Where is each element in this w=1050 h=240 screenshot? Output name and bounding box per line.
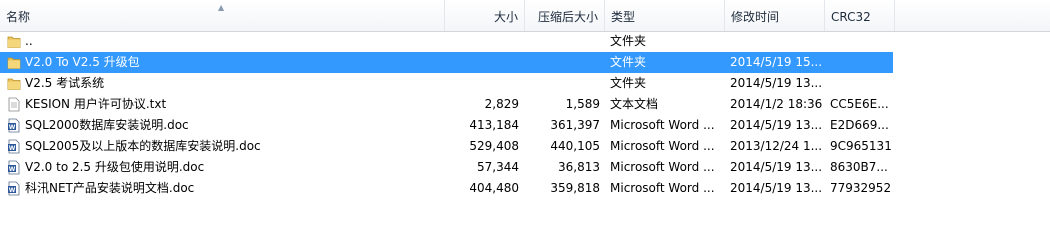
file-modified-date bbox=[730, 31, 822, 52]
text-file-icon bbox=[7, 97, 21, 112]
column-header-size[interactable]: 大小 bbox=[445, 0, 525, 31]
column-header-compressed-label: 压缩后大小 bbox=[537, 10, 598, 24]
folder-icon bbox=[7, 55, 21, 70]
file-name: KESION 用户许可协议.txt bbox=[25, 97, 167, 111]
svg-text:W: W bbox=[9, 187, 16, 194]
file-row-selected[interactable]: V2.0 To V2.5 升级包 文件夹 2014/5/19 15... bbox=[0, 52, 893, 73]
file-modified-date: 2014/1/2 18:36 bbox=[730, 97, 822, 111]
file-row[interactable]: .. 文件夹 bbox=[0, 31, 893, 52]
file-compressed-size: 1,589 bbox=[565, 97, 600, 111]
file-modified-date: 2014/5/19 13... bbox=[730, 118, 822, 132]
svg-text:W: W bbox=[9, 124, 16, 131]
file-compressed-size: 361,397 bbox=[550, 118, 600, 132]
file-name: SQL2000数据库安装说明.doc bbox=[25, 118, 189, 132]
svg-text:W: W bbox=[9, 145, 16, 152]
column-header-type-label: 类型 bbox=[611, 10, 636, 24]
file-modified-date: 2014/5/19 15... bbox=[730, 55, 822, 69]
column-header-bar: 名称 ▲ 大小 压缩后大小 类型 修改时间 CRC32 bbox=[0, 0, 1050, 32]
file-type: Microsoft Word ... bbox=[610, 160, 715, 174]
column-header-type[interactable]: 类型 bbox=[605, 0, 725, 31]
file-name: V2.0 to 2.5 升级包使用说明.doc bbox=[25, 160, 205, 174]
file-crc32: CC5E6E... bbox=[830, 97, 889, 111]
file-name: V2.5 考试系统 bbox=[25, 76, 105, 90]
file-size bbox=[447, 73, 519, 94]
file-modified-date: 2014/5/19 13... bbox=[730, 181, 822, 195]
file-type: 文件夹 bbox=[610, 55, 647, 69]
file-crc32: 8630B7... bbox=[830, 160, 888, 174]
file-type: Microsoft Word ... bbox=[610, 181, 715, 195]
file-crc32: 9C965131 bbox=[830, 139, 892, 153]
file-type: 文本文档 bbox=[610, 97, 659, 111]
file-row[interactable]: W 科汛NET产品安装说明文档.doc 404,480 359,818 Microsof… bbox=[0, 178, 893, 199]
column-header-crc32[interactable]: CRC32 bbox=[825, 0, 895, 31]
column-header-name-label: 名称 bbox=[6, 10, 31, 24]
file-modified-date: 2013/12/24 1... bbox=[730, 139, 822, 153]
file-size bbox=[447, 31, 519, 52]
file-compressed-size: 36,813 bbox=[558, 160, 600, 174]
column-header-compressed-size[interactable]: 压缩后大小 bbox=[525, 0, 605, 31]
file-row[interactable]: W SQL2005及以上版本的数据库安装说明.doc 529,408 440,105 M… bbox=[0, 136, 893, 157]
file-compressed-size: 440,105 bbox=[550, 139, 600, 153]
file-crc32: E2D669... bbox=[830, 118, 889, 132]
column-header-modified[interactable]: 修改时间 bbox=[725, 0, 825, 31]
folder-icon bbox=[7, 76, 21, 91]
file-row[interactable]: V2.5 考试系统 文件夹 2014/5/19 13... bbox=[0, 73, 893, 94]
file-size: 57,344 bbox=[477, 160, 519, 174]
file-crc32 bbox=[830, 52, 900, 73]
file-row[interactable]: KESION 用户许可协议.txt 2,829 1,589 文本文档 2014/1/2 … bbox=[0, 94, 893, 115]
file-crc32: 77932952 bbox=[830, 181, 892, 195]
column-header-size-label: 大小 bbox=[493, 10, 518, 24]
file-compressed-size bbox=[530, 52, 600, 73]
word-doc-icon: W bbox=[7, 181, 21, 196]
file-size: 529,408 bbox=[469, 139, 519, 153]
file-compressed-size bbox=[530, 31, 600, 52]
column-header-crc-label: CRC32 bbox=[831, 10, 871, 24]
file-size: 413,184 bbox=[469, 118, 519, 132]
file-compressed-size bbox=[530, 73, 600, 94]
folder-icon bbox=[7, 34, 21, 49]
file-crc32 bbox=[830, 31, 900, 52]
file-name: SQL2005及以上版本的数据库安装说明.doc bbox=[25, 139, 261, 153]
file-row[interactable]: W V2.0 to 2.5 升级包使用说明.doc 57,344 36,813 Micr… bbox=[0, 157, 893, 178]
file-name: V2.0 To V2.5 升级包 bbox=[25, 55, 140, 69]
file-crc32 bbox=[830, 73, 900, 94]
file-size: 2,829 bbox=[484, 97, 519, 111]
file-modified-date: 2014/5/19 13... bbox=[730, 76, 822, 90]
file-compressed-size: 359,818 bbox=[550, 181, 600, 195]
file-name: .. bbox=[25, 34, 33, 48]
file-size: 404,480 bbox=[469, 181, 519, 195]
file-row[interactable]: W SQL2000数据库安装说明.doc 413,184 361,397 Microso… bbox=[0, 115, 893, 136]
word-doc-icon: W bbox=[7, 139, 21, 154]
word-doc-icon: W bbox=[7, 160, 21, 175]
svg-text:W: W bbox=[9, 166, 16, 173]
sort-ascending-icon: ▲ bbox=[218, 3, 225, 12]
word-doc-icon: W bbox=[7, 118, 21, 133]
file-type: 文件夹 bbox=[610, 76, 647, 90]
file-name: 科汛NET产品安装说明文档.doc bbox=[25, 181, 195, 195]
file-type: Microsoft Word ... bbox=[610, 118, 715, 132]
column-header-modified-label: 修改时间 bbox=[731, 10, 780, 24]
file-type: 文件夹 bbox=[610, 34, 647, 48]
file-type: Microsoft Word ... bbox=[610, 139, 715, 153]
file-modified-date: 2014/5/19 13... bbox=[730, 160, 822, 174]
file-size bbox=[447, 52, 519, 73]
